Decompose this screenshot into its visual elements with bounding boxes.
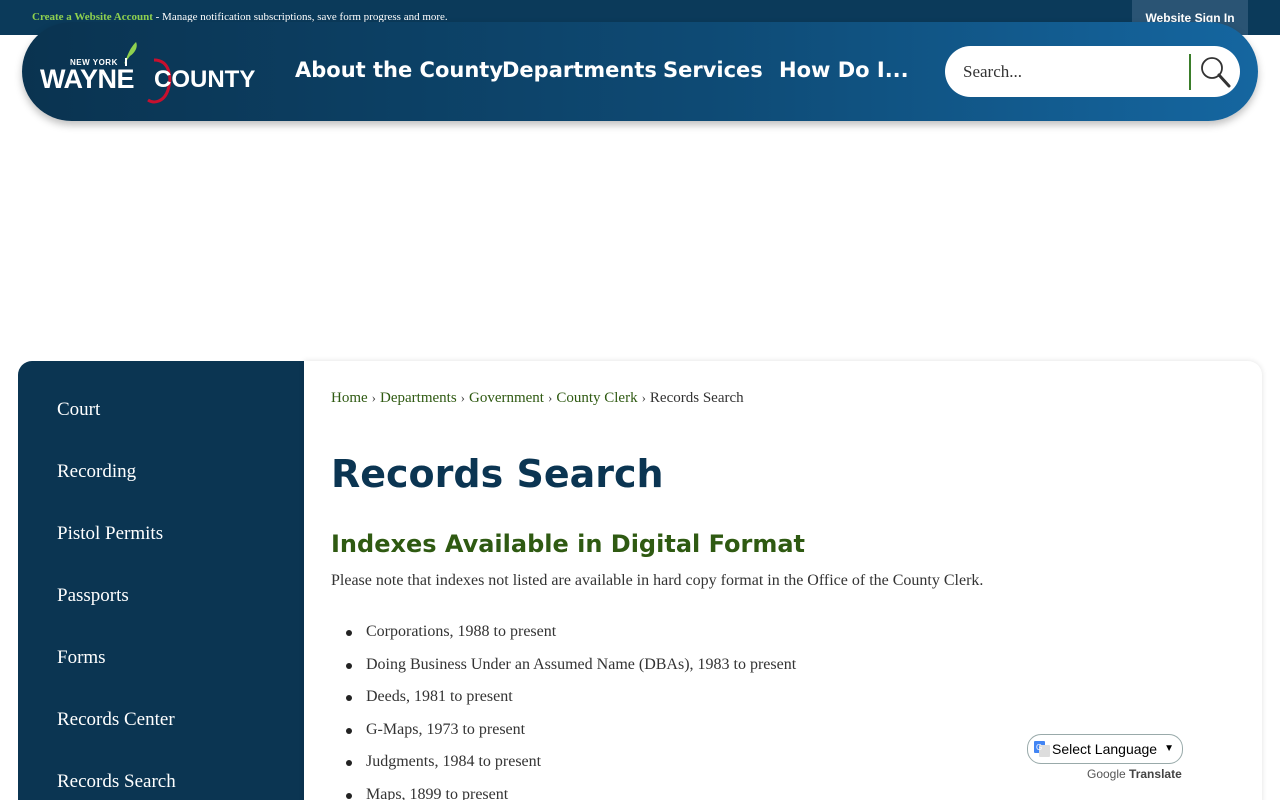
- list-item: Judgments, 1984 to present: [345, 753, 796, 786]
- breadcrumb-government[interactable]: Government: [469, 390, 544, 406]
- breadcrumb-separator: ›: [460, 390, 465, 405]
- index-list: Corporations, 1988 to present Doing Busi…: [345, 623, 796, 800]
- google-translate-widget: G Select Language ▼ Google Translate: [1027, 734, 1183, 784]
- nav-services[interactable]: Services: [663, 58, 763, 82]
- search-button[interactable]: [1195, 52, 1235, 92]
- breadcrumb-separator: ›: [641, 390, 646, 405]
- breadcrumb-current: Records Search: [649, 390, 744, 406]
- site-header: NEW YORK WAYNE COUNTY About the County D…: [22, 22, 1258, 121]
- breadcrumb-departments[interactable]: Departments: [380, 390, 457, 406]
- chevron-down-icon: ▼: [1164, 743, 1174, 754]
- list-item: Deeds, 1981 to present: [345, 688, 796, 721]
- powered-by-google[interactable]: Google Translate: [1087, 767, 1182, 781]
- section-heading: Indexes Available in Digital Format: [331, 530, 806, 558]
- breadcrumb: Home › Departments › Government › County Clerk…: [331, 390, 744, 407]
- list-item: G-Maps, 1973 to present: [345, 721, 796, 754]
- breadcrumb-separator: ›: [547, 390, 553, 405]
- wayne-county-logo[interactable]: NEW YORK WAYNE COUNTY: [40, 38, 255, 108]
- sidebar-item-passports[interactable]: Passports: [57, 585, 129, 607]
- sidebar-item-recording[interactable]: Recording: [57, 461, 136, 483]
- svg-text:G: G: [1036, 743, 1042, 752]
- list-item: Maps, 1899 to present: [345, 786, 796, 800]
- sidebar-item-court[interactable]: Court: [57, 399, 100, 421]
- sidebar-item-forms[interactable]: Forms: [57, 647, 106, 669]
- search-box: [945, 46, 1240, 97]
- breadcrumb-separator: ›: [371, 390, 377, 405]
- sidebar-item-records-center[interactable]: Records Center: [57, 709, 175, 731]
- breadcrumb-home[interactable]: Home: [331, 390, 368, 406]
- search-divider: [1189, 54, 1191, 90]
- select-language-label: Select Language: [1052, 741, 1158, 757]
- translate-wordmark: Translate: [1129, 767, 1182, 781]
- nav-how-do-i[interactable]: How Do I...: [779, 58, 909, 82]
- intro-text: Please note that indexes not listed are …: [331, 572, 984, 589]
- list-item: Corporations, 1988 to present: [345, 623, 796, 656]
- page-title: Records Search: [331, 452, 664, 496]
- nav-about-the-county[interactable]: About the County: [295, 58, 503, 82]
- list-item: Doing Business Under an Assumed Name (DB…: [345, 656, 796, 689]
- logo-county: COUNTY: [154, 66, 256, 93]
- sidebar-item-records-search[interactable]: Records Search: [57, 771, 176, 793]
- search-icon: [1201, 57, 1231, 88]
- nav-departments[interactable]: Departments: [502, 58, 657, 82]
- select-language-dropdown[interactable]: G Select Language ▼: [1027, 734, 1183, 764]
- google-wordmark: Google: [1087, 767, 1126, 781]
- google-translate-icon: G: [1034, 741, 1050, 757]
- search-input[interactable]: [963, 58, 1183, 85]
- logo-wayne: WAYNE: [40, 64, 135, 94]
- sidebar-nav: Court Recording Pistol Permits Passports…: [18, 361, 304, 800]
- sidebar-item-pistol-permits[interactable]: Pistol Permits: [57, 523, 163, 545]
- breadcrumb-county-clerk[interactable]: County Clerk: [556, 390, 637, 406]
